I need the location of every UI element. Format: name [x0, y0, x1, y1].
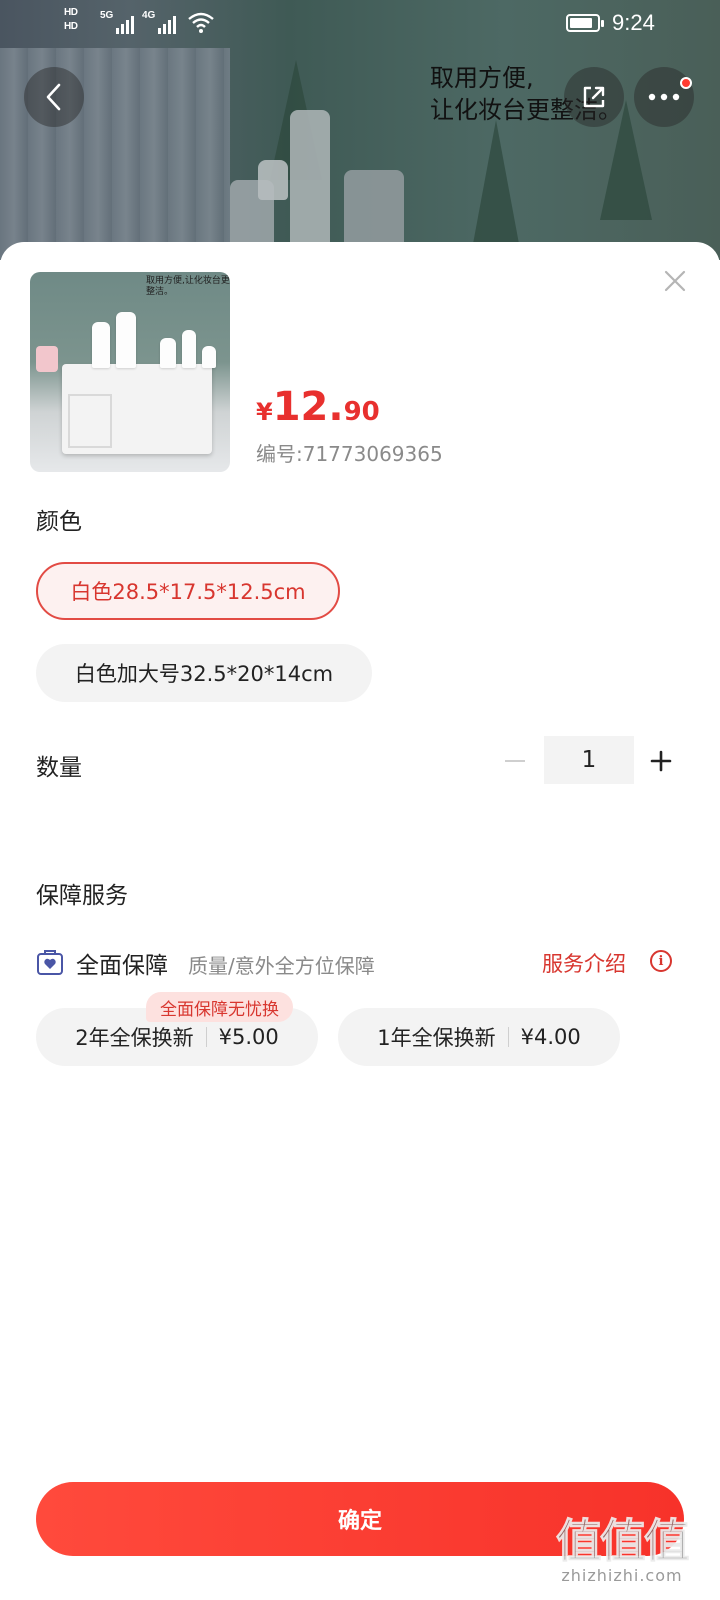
plan-badge: 全面保障无忧换 [146, 992, 293, 1022]
hd-indicator: HD HD [64, 6, 78, 34]
guarantee-title: 全面保障 [76, 953, 168, 979]
quantity-section-title: 数量 [36, 755, 82, 781]
battery-icon [566, 14, 604, 32]
price-integer: 12. [272, 384, 344, 430]
color-option[interactable]: 白色加大号32.5*20*14cm [36, 644, 372, 702]
shield-heart-icon [37, 950, 63, 975]
watermark-url: zhizhizhi.com [561, 1566, 683, 1585]
status-bar: HD HD 5G 4G 9:24 [0, 0, 720, 48]
thumbnail-decoration [160, 338, 176, 368]
back-button[interactable] [24, 67, 84, 127]
bottle-decoration [344, 170, 404, 250]
thumbnail-caption: 取用方便,让化妆台更整洁。 [146, 276, 230, 297]
plan-name: 1年全保换新 [377, 1026, 496, 1050]
bottle-decoration [290, 110, 330, 250]
service-intro-link[interactable]: 服务介绍 [542, 948, 626, 978]
clock: 9:24 [612, 10, 655, 35]
close-button[interactable] [660, 266, 690, 296]
price-currency: ¥ [256, 398, 273, 426]
plan-name: 2年全保换新 [75, 1026, 194, 1050]
signal-icon [158, 12, 176, 34]
hd-label: HD [64, 21, 78, 32]
guarantee-plan-option[interactable]: 1年全保换新 ¥4.00 [338, 1008, 620, 1066]
color-section-title: 颜色 [36, 509, 82, 535]
back-icon [46, 83, 61, 111]
more-icon [648, 93, 680, 101]
quantity-increase-button[interactable] [644, 736, 678, 786]
plus-icon [650, 750, 672, 772]
signal-icon [116, 12, 134, 34]
product-thumbnail[interactable]: 取用方便,让化妆台更整洁。 [30, 272, 230, 472]
bottle-decoration [258, 160, 288, 200]
sku-selector-sheet: 取用方便,让化妆台更整洁。 ¥12.90 编号:71773069365 颜色 白… [0, 242, 720, 1600]
divider [507, 1027, 509, 1047]
divider [205, 1027, 207, 1047]
product-price: ¥12.90 [256, 384, 380, 430]
product-sku: 编号:71773069365 [256, 442, 443, 466]
thumbnail-decoration [36, 346, 58, 372]
share-button[interactable] [564, 67, 624, 127]
price-decimal: 90 [343, 397, 380, 427]
share-icon [583, 86, 605, 108]
tree-decoration [470, 120, 522, 260]
color-option-selected[interactable]: 白色28.5*17.5*12.5cm [36, 562, 340, 620]
thumbnail-decoration [116, 312, 136, 368]
network-type: 5G [100, 10, 114, 21]
confirm-button[interactable]: 确定 [36, 1482, 684, 1556]
close-icon [664, 270, 686, 292]
hd-label: HD [64, 7, 78, 18]
wifi-icon [188, 12, 214, 33]
info-icon[interactable]: i [650, 950, 672, 972]
service-section-title: 保障服务 [36, 883, 128, 909]
thumbnail-decoration [62, 364, 212, 454]
quantity-input[interactable]: 1 [544, 736, 634, 784]
thumbnail-decoration [182, 330, 196, 368]
thumbnail-decoration [92, 322, 110, 368]
plan-price: ¥5.00 [218, 1025, 279, 1049]
guarantee-row: 全面保障 质量/意外全方位保障 服务介绍 i [36, 942, 676, 982]
more-button[interactable] [634, 67, 694, 127]
minus-icon [505, 760, 525, 762]
quantity-decrease-button[interactable] [500, 736, 530, 786]
plan-price: ¥4.00 [520, 1025, 581, 1049]
network-type: 4G [142, 10, 156, 21]
guarantee-description: 质量/意外全方位保障 [188, 954, 375, 978]
thumbnail-decoration [202, 346, 216, 368]
notification-dot [680, 77, 692, 89]
